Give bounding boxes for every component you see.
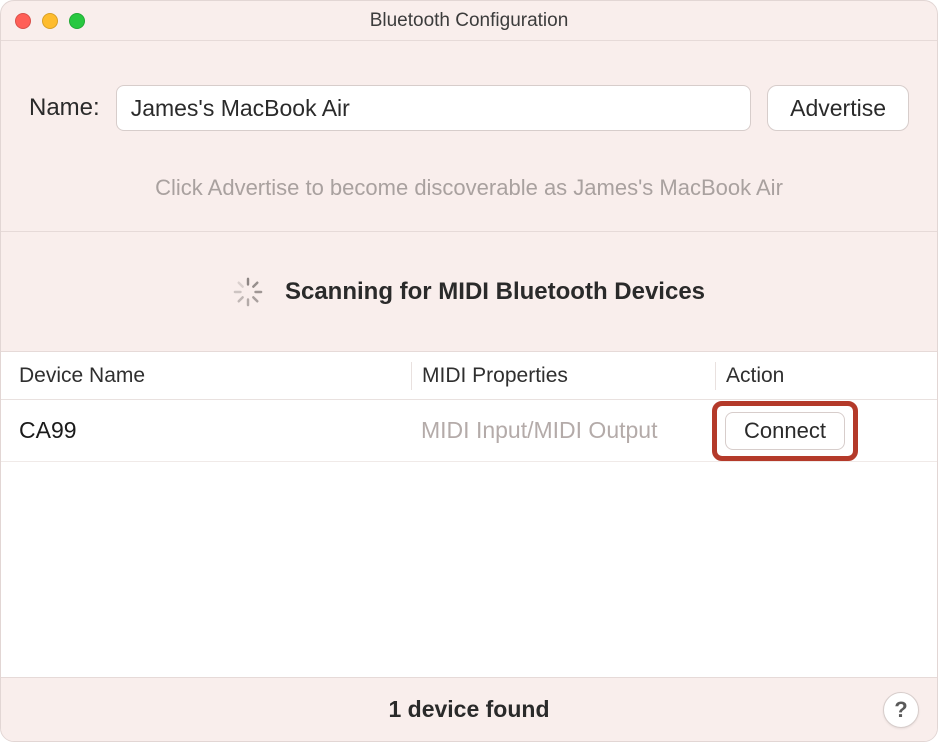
cell-action: Connect bbox=[715, 412, 937, 450]
scan-bar: Scanning for MIDI Bluetooth Devices bbox=[1, 232, 937, 352]
table-row[interactable]: CA99 MIDI Input/MIDI Output Connect bbox=[1, 400, 937, 462]
window: Bluetooth Configuration Name: Advertise … bbox=[0, 0, 938, 742]
status-text: 1 device found bbox=[388, 696, 549, 723]
header-device-name[interactable]: Device Name bbox=[1, 364, 411, 388]
header-midi-properties[interactable]: MIDI Properties bbox=[411, 362, 715, 390]
zoom-icon[interactable] bbox=[69, 13, 85, 29]
name-label: Name: bbox=[29, 94, 100, 122]
name-row: Name: Advertise bbox=[29, 85, 909, 131]
name-input[interactable] bbox=[116, 85, 751, 131]
spinner-icon bbox=[233, 277, 263, 307]
close-icon[interactable] bbox=[15, 13, 31, 29]
help-button[interactable]: ? bbox=[883, 692, 919, 728]
minimize-icon[interactable] bbox=[42, 13, 58, 29]
advertise-hint: Click Advertise to become discoverable a… bbox=[29, 175, 909, 201]
traffic-lights bbox=[15, 13, 85, 29]
scan-text: Scanning for MIDI Bluetooth Devices bbox=[285, 278, 705, 306]
connect-highlight: Connect bbox=[725, 412, 845, 450]
cell-midi-properties: MIDI Input/MIDI Output bbox=[411, 417, 715, 444]
header-action[interactable]: Action bbox=[715, 362, 937, 390]
advertise-button[interactable]: Advertise bbox=[767, 85, 909, 131]
top-panel: Name: Advertise Click Advertise to becom… bbox=[1, 41, 937, 232]
table-header: Device Name MIDI Properties Action bbox=[1, 352, 937, 400]
connect-button[interactable]: Connect bbox=[725, 412, 845, 450]
cell-device-name: CA99 bbox=[1, 417, 411, 444]
footer: 1 device found ? bbox=[1, 677, 937, 741]
titlebar: Bluetooth Configuration bbox=[1, 1, 937, 41]
device-table: Device Name MIDI Properties Action CA99 … bbox=[1, 352, 937, 677]
window-title: Bluetooth Configuration bbox=[370, 10, 569, 32]
